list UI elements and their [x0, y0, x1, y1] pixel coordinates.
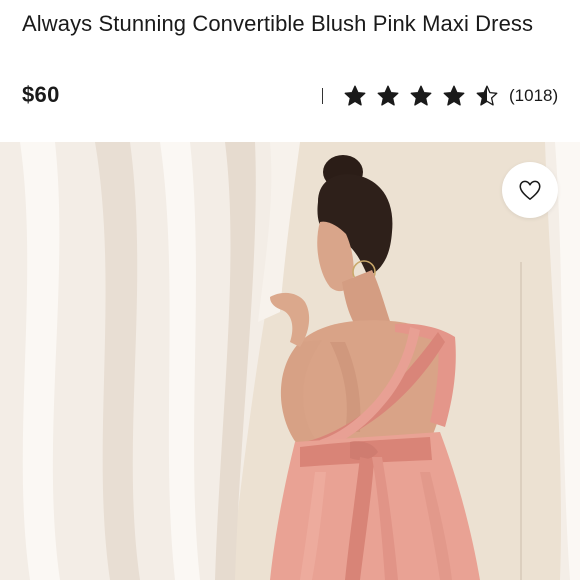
rating-divider	[322, 88, 323, 104]
review-count[interactable]: (1018)	[509, 86, 558, 106]
product-image	[0, 142, 580, 580]
favorite-button[interactable]	[502, 162, 558, 218]
star-icon	[410, 85, 432, 106]
star-icon	[344, 85, 366, 106]
model-photo	[0, 142, 580, 580]
star-icon	[443, 85, 465, 106]
product-title: Always Stunning Convertible Blush Pink M…	[22, 11, 534, 36]
star-rating	[343, 84, 508, 108]
star-icon	[476, 85, 498, 106]
product-price: $60	[22, 82, 60, 107]
heart-outline-icon	[519, 180, 541, 200]
rating-summary[interactable]: (1018)	[322, 82, 558, 110]
star-icon	[377, 85, 399, 106]
